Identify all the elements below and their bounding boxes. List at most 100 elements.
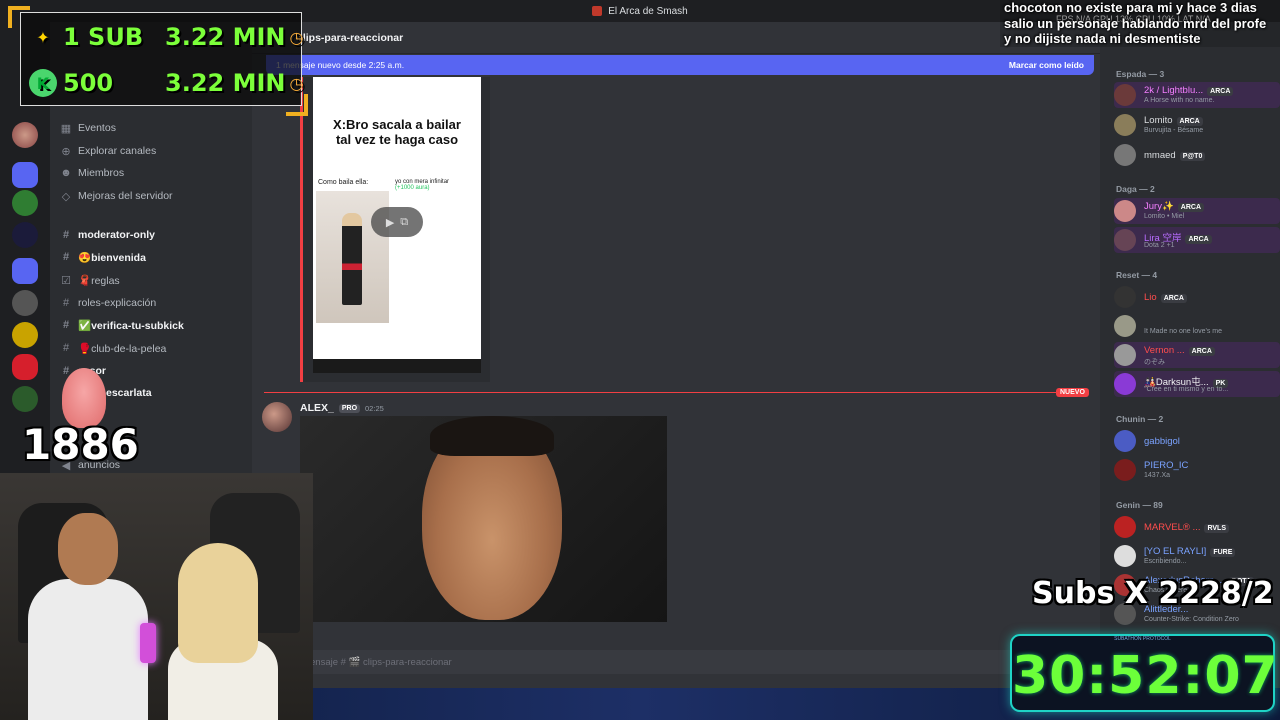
member-name: MARVEL® ... RVLS <box>1144 522 1229 533</box>
dancer-figure <box>342 213 362 305</box>
clip-caption-right: yo con mera infinitar (+1000 aura) <box>395 179 450 191</box>
goal-row-subs: ✦ 1 SUB 3.22 MIN ◷ <box>29 19 303 55</box>
message-author[interactable]: ALEX_ <box>300 402 334 414</box>
member-name: Lio ARCA <box>1144 292 1187 303</box>
member-item[interactable]: Jury✨ ARCA Lomito • Miel <box>1114 198 1280 224</box>
new-messages-bar[interactable]: 1 mensaje nuevo desde 2:25 a.m. Marcar c… <box>266 55 1094 75</box>
sparkle-icon: ✦ <box>36 27 50 47</box>
member-status: Dota 2 +1 <box>1144 242 1175 249</box>
play-button[interactable]: ▶ ⧉ <box>371 207 423 237</box>
avatar <box>1114 229 1136 251</box>
sparkle-icon: ◇ <box>61 190 71 203</box>
server-icon-bingo[interactable] <box>12 322 38 348</box>
member-name: [YO EL RAYLI] FURE <box>1144 546 1236 557</box>
mark-read-button[interactable]: Marcar como leído <box>1009 60 1084 70</box>
channel-bienvenida[interactable]: # 😍bienvenida <box>60 247 146 267</box>
corner-bracket-icon <box>8 6 30 28</box>
composer-placeholder: ensaje # 🎬 clips-para-reaccionar <box>310 656 452 668</box>
chat-panel: clips-para-reaccionar 1 mensaje nuevo de… <box>252 22 1100 720</box>
avatar <box>1114 545 1136 567</box>
sub-goal-overlay: ✦ 1 SUB 3.22 MIN ◷ K 500 3.22 MIN ◷ <box>20 12 304 106</box>
member-item[interactable]: Lira 空岸 ARCA Dota 2 +1 <box>1114 227 1280 253</box>
member-item[interactable]: Lomito ARCA Burvujita - Bésame <box>1114 112 1280 138</box>
avatar <box>1114 84 1136 106</box>
message-image[interactable] <box>300 416 667 622</box>
server-icon-game[interactable] <box>12 386 38 412</box>
sticker-character <box>62 368 106 428</box>
server-icon-smash-logo[interactable] <box>12 222 38 248</box>
server-icon-plant[interactable] <box>12 190 38 216</box>
member-group-chunin: Chunin — 2 <box>1116 414 1164 424</box>
member-item[interactable]: gabbigol <box>1114 428 1280 454</box>
clip-attachment: X:Bro sacala a bailar tal vez te haga ca… <box>300 77 490 382</box>
chat-notice: chocoton no existe para mi y hace 3 dias… <box>1000 0 1280 47</box>
expand-icon: ⧉ <box>400 215 409 228</box>
compass-icon: ⊕ <box>61 145 71 158</box>
avatar <box>1114 200 1136 222</box>
channel-verifica[interactable]: # ✅verifica-tu-subkick <box>60 315 184 335</box>
member-item[interactable]: MARVEL® ... RVLS <box>1114 514 1280 540</box>
message-input[interactable]: ensaje # 🎬 clips-para-reaccionar 🎁 <box>300 650 1090 674</box>
sidebar-item-members[interactable]: ☻ Miembros <box>60 163 124 183</box>
avatar[interactable] <box>262 402 292 432</box>
channel-name: clips-para-reaccionar <box>297 31 404 44</box>
clock-icon: ◷ <box>289 73 304 93</box>
member-item[interactable]: mmaed P@T0 <box>1114 142 1280 168</box>
calendar-icon: ▦ <box>60 122 72 135</box>
play-icon: ▶ <box>385 216 395 229</box>
member-item[interactable]: It Made no one love's me <box>1114 313 1280 339</box>
clip-footer <box>313 359 481 373</box>
sidebar-item-explore[interactable]: ⊕ Explorar canales <box>60 141 156 161</box>
subs-counter: Subs X 2228/2 <box>1032 576 1274 611</box>
channel-club-pelea[interactable]: # 🥊club-de-la-pelea <box>60 338 166 358</box>
member-item[interactable]: PIERO_IC 1437.Xa <box>1114 457 1280 483</box>
timer-value: 30:52:07 <box>1012 646 1279 706</box>
hash-icon: # <box>62 297 70 309</box>
sidebar-item-boosts[interactable]: ◇ Mejoras del servidor <box>60 186 173 206</box>
clip-video[interactable]: X:Bro sacala a bailar tal vez te haga ca… <box>313 77 481 373</box>
member-status: It Made no one love's me <box>1144 328 1222 335</box>
timer-label: SUBATHON PROTOCOL <box>1114 636 1171 642</box>
member-name: gabbigol <box>1144 436 1180 447</box>
clip-title: X:Bro sacala a bailar tal vez te haga ca… <box>333 117 461 147</box>
member-list: Espada — 3 2k / Lightblu... ARCA A Horse w… <box>1100 22 1280 720</box>
avatar <box>1114 114 1136 136</box>
channel-reglas[interactable]: ☑ 🧣reglas <box>60 270 120 290</box>
member-name: Lomito ARCA <box>1144 115 1203 126</box>
channel-moderator-only[interactable]: # moderator-only <box>60 225 155 245</box>
clock-icon: ◷ <box>289 27 304 47</box>
server-icon-clan[interactable] <box>12 290 38 316</box>
avatar <box>1114 286 1136 308</box>
member-status: のぞみ <box>1144 359 1165 366</box>
member-name: 2k / Lightblu... ARCA <box>1144 85 1234 96</box>
server-icon-heart[interactable] <box>12 354 38 380</box>
subathon-timer: SUBATHON PROTOCOL 30:52:07 <box>1010 634 1279 712</box>
window-title: El Arca de Smash <box>608 5 688 17</box>
streamer <box>28 513 148 720</box>
member-group-espada: Espada — 3 <box>1116 69 1165 79</box>
avatar <box>1114 516 1136 538</box>
member-item[interactable]: 2k / Lightblu... ARCA A Horse with no name… <box>1114 82 1280 108</box>
message-time: 02:25 <box>365 403 384 413</box>
member-item[interactable]: [YO EL RAYLI] FURE Escribiendo... <box>1114 543 1280 569</box>
server-icon-mini <box>592 6 603 16</box>
member-status: Counter-Strike: Condition Zero <box>1144 616 1239 623</box>
hash-icon: # <box>62 319 70 331</box>
member-name: Vernon ... ARCA <box>1144 345 1215 356</box>
member-status: A Horse with no name. <box>1144 97 1215 104</box>
member-status: Escribiendo... <box>1144 558 1187 565</box>
channel-roles[interactable]: # roles-explicación <box>60 293 156 313</box>
message-header: ALEX_ PRO 02:25 <box>300 402 384 414</box>
server-icon-folder[interactable] <box>12 162 38 188</box>
member-group-genin: Genin — 89 <box>1116 500 1163 510</box>
hair-shape <box>430 416 554 456</box>
avatar <box>1114 344 1136 366</box>
server-icon-folder-2[interactable] <box>12 258 38 284</box>
sidebar-item-events[interactable]: ▦ Eventos <box>60 118 116 138</box>
hash-icon: # <box>62 229 70 241</box>
screen: El Arca de Smash ▦ Eventos ⊕ Explorar cana… <box>0 0 1280 720</box>
member-item[interactable]: 🎎Darksun屯... PK "Cree en ti mismo y en to.… <box>1114 371 1280 397</box>
member-item[interactable]: Lio ARCA <box>1114 284 1280 310</box>
member-item[interactable]: Vernon ... ARCA のぞみ <box>1114 342 1280 368</box>
server-icon-smash[interactable] <box>12 122 38 148</box>
